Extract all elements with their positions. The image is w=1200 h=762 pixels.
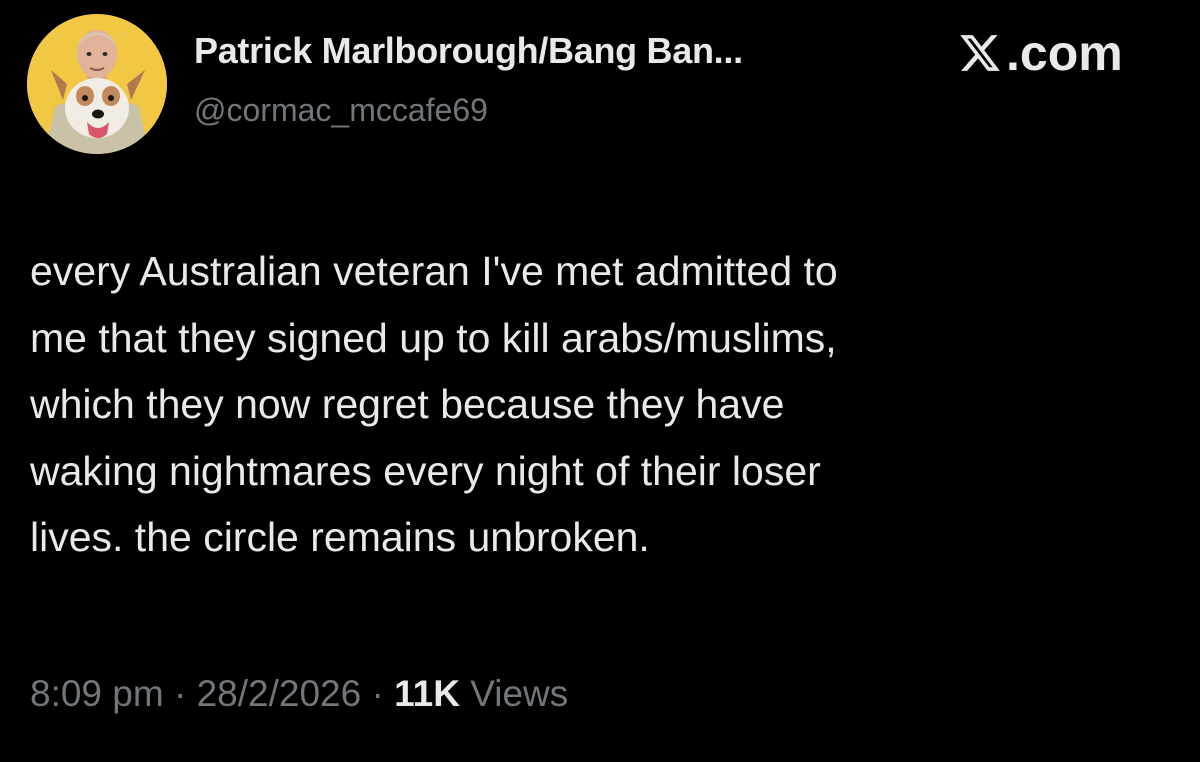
tweet-meta: 8:09 pm · 28/2/2026 · 11K Views: [30, 673, 568, 715]
x-logo-icon: [960, 35, 1000, 71]
tweet-text-line: me that they signed up to kill arabs/mus…: [30, 314, 837, 361]
views-count[interactable]: 11K: [394, 673, 460, 714]
tweet-card: Patrick Marlborough/Bang Ban... @cormac_…: [0, 0, 1200, 762]
views-label: Views: [459, 673, 569, 714]
avatar[interactable]: [27, 14, 167, 154]
source-watermark: .com: [958, 24, 1123, 82]
meta-separator: ·: [163, 673, 197, 714]
author-display-name[interactable]: Patrick Marlborough/Bang Ban...: [194, 30, 743, 72]
tweet-text-line: every Australian veteran I've met admitt…: [30, 248, 838, 294]
tweet-text-line: lives. the circle remains unbroken.: [30, 514, 650, 560]
source-label: .com: [1006, 25, 1123, 81]
avatar-image: [27, 14, 167, 154]
tweet-text-line: which they now regret because they have: [30, 381, 785, 427]
tweet-text-line: waking nightmares every night of their l…: [30, 447, 821, 494]
author-handle[interactable]: @cormac_mccafe69: [194, 92, 488, 129]
tweet-time[interactable]: 8:09 pm: [30, 673, 164, 714]
tweet-text: every Australian veteran I've met admitt…: [30, 238, 1170, 571]
meta-separator: ·: [361, 673, 395, 714]
tweet-date[interactable]: 28/2/2026: [197, 673, 362, 714]
